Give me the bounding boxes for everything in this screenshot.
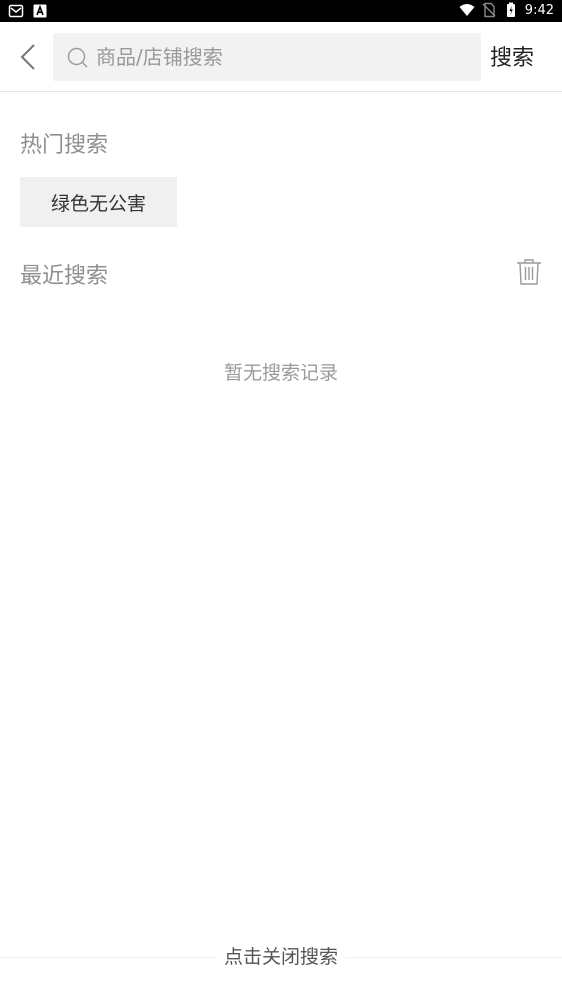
search-box[interactable] [53,33,481,81]
empty-history-text: 暂无搜索记录 [223,362,338,384]
battery-icon [506,2,515,17]
hot-search-tag[interactable]: 绿色无公害 [20,177,178,227]
status-time: 9:42 [524,2,554,18]
search-input[interactable] [96,33,481,81]
status-left-icons [8,3,48,19]
search-button[interactable]: 搜索 [490,40,534,72]
a-badge-icon [33,4,47,18]
recent-search-title: 最近搜索 [20,264,109,289]
no-sim-icon [482,2,496,18]
close-search-area: 点击关闭搜索 [0,940,562,970]
status-bar: 9:42 [0,0,562,22]
status-right-icons: 9:42 [459,2,554,18]
close-search-button[interactable]: 点击关闭搜索 [215,941,346,969]
hot-search-title: 热门搜索 [20,133,109,158]
mail-icon [8,4,24,18]
search-icon [67,47,88,68]
chevron-left-icon[interactable] [14,42,44,72]
trash-icon[interactable] [516,258,542,286]
search-header: 搜索 [0,22,562,92]
wifi-icon [459,4,475,16]
hot-search-tags: 绿色无公害 [20,177,178,227]
